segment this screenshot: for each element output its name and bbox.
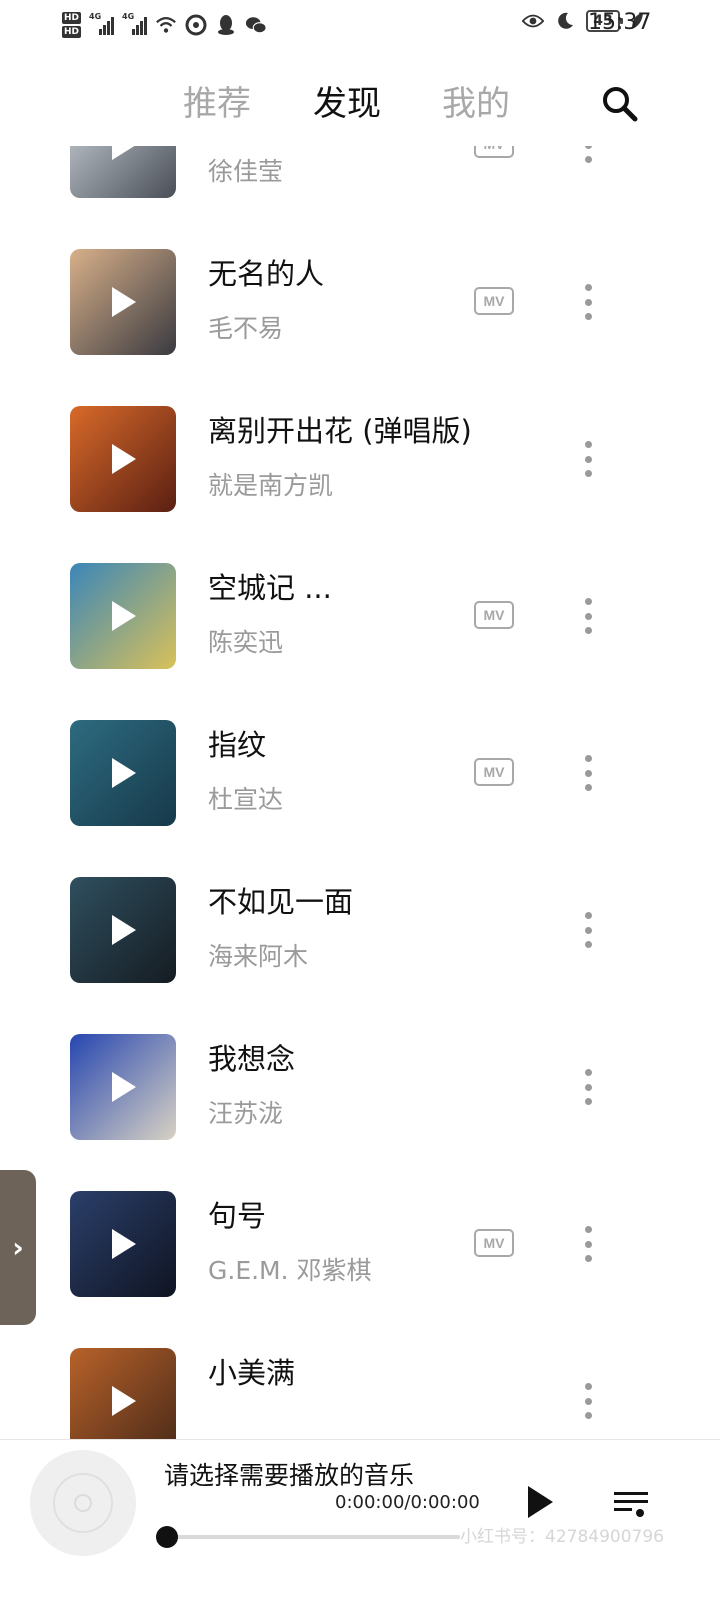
network-type-1: 4G — [89, 12, 102, 21]
song-artist: G.E.M. 邓紫棋 — [208, 1256, 372, 1285]
progress-knob[interactable] — [156, 1526, 178, 1548]
tab-mine[interactable]: 我的 — [442, 76, 510, 125]
song-row[interactable]: 空城记 ... 陈奕迅 MV — [0, 563, 720, 713]
mv-icon[interactable]: MV — [474, 1229, 514, 1257]
qq-icon — [215, 14, 237, 36]
song-row[interactable]: 无名的人毛不易 MV — [0, 249, 720, 399]
moon-icon — [554, 10, 576, 32]
eye-icon — [522, 10, 544, 32]
progress-bar[interactable] — [168, 1535, 460, 1539]
wifi-icon — [155, 14, 177, 36]
song-row[interactable]: 句号 G.E.M. 邓紫棋 MV — [0, 1191, 720, 1341]
song-artist: 毛不易 — [208, 314, 284, 343]
search-icon — [603, 87, 638, 122]
more-options-icon[interactable] — [576, 439, 600, 479]
play-icon — [112, 1229, 136, 1259]
play-icon — [112, 758, 136, 788]
album-cover[interactable] — [70, 1034, 176, 1140]
song-row[interactable]: 指纹杜宣达 MV — [0, 720, 720, 870]
mv-icon[interactable]: MV — [474, 758, 514, 786]
playlist-icon — [614, 1492, 648, 1517]
status-left-icons: HD HD 4G 4G — [62, 8, 267, 42]
mv-icon[interactable]: MV — [474, 146, 514, 158]
album-disc-icon[interactable] — [30, 1450, 136, 1556]
more-options-icon[interactable] — [576, 753, 600, 793]
song-title: 空城记 ... — [208, 571, 332, 605]
play-icon — [112, 146, 136, 160]
play-button[interactable] — [528, 1486, 553, 1518]
play-icon — [112, 287, 136, 317]
song-artist: 海来阿木 — [208, 942, 309, 971]
album-cover[interactable] — [70, 249, 176, 355]
song-artist: 陈奕迅 — [208, 628, 284, 657]
now-playing-title: 请选择需要播放的音乐 — [164, 1461, 415, 1490]
song-row[interactable]: 离别开出花 (弹唱版) 就是南方凯 — [0, 406, 720, 556]
song-artist: 就是南方凯 — [208, 471, 334, 500]
more-options-icon[interactable] — [576, 146, 600, 165]
hd-voice-icon: HD HD — [62, 12, 82, 38]
search-button[interactable] — [598, 82, 642, 126]
chevron-right-icon: › — [12, 1231, 24, 1264]
song-row[interactable]: 我想念 汪苏泷 — [0, 1034, 720, 1184]
song-artist: 杜宣达 — [208, 785, 284, 814]
song-title: 句号 — [208, 1199, 267, 1233]
album-cover[interactable] — [70, 563, 176, 669]
song-list[interactable]: 身骑白马徐佳莹MV无名的人毛不易MV离别开出花 (弹唱版)就是南方凯空城记 ..… — [0, 146, 720, 1439]
song-title: 不如见一面 — [208, 885, 354, 919]
clock: 15:37 — [588, 10, 652, 35]
song-title: 指纹 — [208, 728, 267, 762]
mini-player: 请选择需要播放的音乐 0:00:00/0:00:00 小红书号：42784900… — [0, 1439, 720, 1600]
play-icon — [112, 1386, 136, 1416]
network-type-2: 4G — [122, 12, 135, 21]
song-title: 离别开出花 (弹唱版) — [208, 414, 472, 448]
more-options-icon[interactable] — [576, 910, 600, 950]
playback-time: 0:00:00/0:00:00 — [335, 1492, 480, 1513]
mv-icon[interactable]: MV — [474, 287, 514, 315]
mv-icon[interactable]: MV — [474, 601, 514, 629]
wechat-icon — [245, 14, 267, 36]
play-icon — [112, 444, 136, 474]
song-row[interactable]: 不如见一面 海来阿木 — [0, 877, 720, 1027]
album-cover[interactable] — [70, 877, 176, 983]
hd-label-2: HD — [62, 26, 82, 38]
status-bar: HD HD 4G 4G 43 15:37 — [0, 0, 720, 48]
play-icon — [112, 601, 136, 631]
song-title: 小美满 — [208, 1356, 296, 1390]
album-cover[interactable] — [70, 1348, 176, 1439]
more-options-icon[interactable] — [576, 1224, 600, 1264]
signal-icon-2: 4G — [122, 12, 148, 35]
play-icon — [112, 1072, 136, 1102]
song-row[interactable]: 身骑白马徐佳莹MV — [0, 146, 720, 242]
album-cover[interactable] — [70, 406, 176, 512]
tab-discover[interactable]: 发现 — [313, 76, 381, 125]
album-cover[interactable] — [70, 146, 176, 198]
side-drawer-handle[interactable]: › — [0, 1170, 36, 1325]
playlist-button[interactable] — [610, 1486, 654, 1520]
song-artist: 徐佳莹 — [208, 157, 284, 186]
song-artist: 汪苏泷 — [208, 1099, 284, 1128]
song-title: 我想念 — [208, 1042, 296, 1076]
play-icon — [112, 915, 136, 945]
more-options-icon[interactable] — [576, 1381, 600, 1421]
more-options-icon[interactable] — [576, 1067, 600, 1107]
album-cover[interactable] — [70, 1191, 176, 1297]
top-tab-bar: 推荐 发现 我的 — [0, 70, 720, 130]
album-cover[interactable] — [70, 720, 176, 826]
watermark: 小红书号：42784900796 — [460, 1527, 664, 1547]
more-options-icon[interactable] — [576, 282, 600, 322]
record-icon — [185, 14, 207, 36]
more-options-icon[interactable] — [576, 596, 600, 636]
song-row[interactable]: 小美满 — [0, 1348, 720, 1439]
tab-recommend[interactable]: 推荐 — [183, 76, 251, 125]
song-title: 无名的人 — [208, 257, 325, 291]
signal-icon-1: 4G — [89, 12, 115, 35]
hd-label-1: HD — [62, 12, 82, 24]
